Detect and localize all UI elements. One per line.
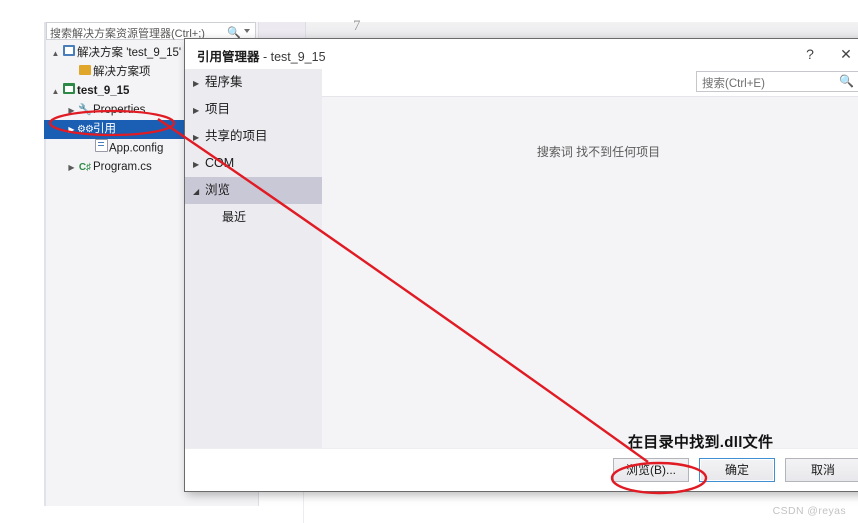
references-icon: ⚙⚙ bbox=[77, 124, 94, 135]
solution-tree-label: test_9_15 bbox=[77, 85, 130, 97]
empty-results-message: 搜索词 找不到任何项目 bbox=[536, 145, 661, 159]
chevron-down-icon[interactable]: ◢ bbox=[193, 178, 205, 205]
dialog-search-placeholder: 搜索(Ctrl+E) bbox=[702, 78, 765, 90]
expander-icon[interactable]: ▶ bbox=[66, 158, 77, 177]
solution-tree-label: App.config bbox=[109, 142, 164, 155]
dialog-title: 引用管理器 - test_9_15 bbox=[197, 46, 326, 65]
dialog-nav-item-2[interactable]: ▶ 项目 bbox=[185, 96, 322, 123]
question-mark-icon[interactable]: ? bbox=[797, 43, 823, 65]
watermark: CSDN @reyas bbox=[772, 505, 846, 517]
solution-tree-label: 引用 bbox=[93, 123, 116, 135]
dialog-nav-item-5[interactable]: ◢ 浏览 bbox=[185, 177, 322, 204]
dialog-nav-label: 最近 bbox=[222, 210, 247, 224]
chevron-right-icon[interactable]: ▶ bbox=[193, 124, 205, 151]
dialog-nav-item-4[interactable]: ▶ COM bbox=[185, 150, 322, 177]
expander-icon[interactable]: ▲ bbox=[50, 82, 61, 101]
solution-tree-label: Program.cs bbox=[93, 161, 152, 173]
expander-icon[interactable]: ▲ bbox=[50, 44, 61, 63]
config-icon bbox=[93, 139, 109, 159]
csproj-icon bbox=[61, 82, 77, 101]
dialog-nav-item-3[interactable]: ▶ 共享的项目 bbox=[185, 123, 322, 150]
chevron-right-icon[interactable]: ▶ bbox=[193, 151, 205, 178]
annotation-note: 在目录中找到.dll文件 bbox=[628, 434, 774, 451]
dialog-nav-label: 浏览 bbox=[205, 183, 231, 197]
dialog-nav-item-1[interactable]: ▶ 程序集 bbox=[185, 69, 322, 96]
reference-manager-dialog: 引用管理器 - test_9_15 ? ✕ ▶ 程序集 ▶ 项目 ▶ 共享的项目 ▶ COM ◢… bbox=[184, 38, 858, 492]
expander-icon[interactable]: ▶ bbox=[66, 120, 77, 139]
chevron-down-icon[interactable] bbox=[244, 29, 250, 33]
dialog-title-main: 引用管理器 bbox=[197, 50, 260, 64]
close-icon[interactable]: ✕ bbox=[833, 43, 858, 65]
solution-tree-label: Properties bbox=[93, 104, 146, 116]
browse-button[interactable]: 浏览(B)... bbox=[613, 458, 689, 482]
folder-icon bbox=[77, 63, 93, 82]
csharp-icon: C♯ bbox=[78, 162, 92, 173]
solution-tree-label: 解决方案项 bbox=[93, 66, 151, 78]
dialog-search-input[interactable]: 搜索(Ctrl+E) 🔍 bbox=[696, 71, 858, 92]
dialog-footer: 浏览(B)... 确定 取消 bbox=[185, 448, 858, 491]
solution-icon bbox=[61, 44, 77, 63]
expander-icon[interactable]: ▶ bbox=[66, 101, 77, 120]
search-icon[interactable]: 🔍 bbox=[839, 74, 854, 88]
dialog-results-area: 搜索词 找不到任何项目 bbox=[322, 96, 858, 449]
cancel-button[interactable]: 取消 bbox=[785, 458, 858, 482]
editor-marker-text: 7 bbox=[353, 18, 361, 34]
dialog-title-project: - test_9_15 bbox=[259, 50, 326, 64]
dialog-search-row: 搜索(Ctrl+E) 🔍 bbox=[322, 69, 858, 96]
screenshot-root: 7 搜索解决方案资源管理器(Ctrl+;) 🔍 ▲ 解决方案 'test_9_15… bbox=[0, 0, 858, 523]
chevron-right-icon[interactable]: ▶ bbox=[193, 70, 205, 97]
dialog-nav-label: 程序集 bbox=[205, 75, 243, 89]
wrench-icon: 🔧 bbox=[78, 104, 92, 116]
ok-button[interactable]: 确定 bbox=[699, 458, 775, 482]
dialog-nav-label: COM bbox=[205, 156, 235, 170]
dialog-nav-item-6[interactable]: 最近 bbox=[185, 204, 322, 231]
dialog-body: ▶ 程序集 ▶ 项目 ▶ 共享的项目 ▶ COM ◢ 浏览 最近 搜索(Ctrl+E) 🔍 搜索词 … bbox=[185, 69, 858, 449]
dialog-nav-label: 共享的项目 bbox=[205, 129, 268, 143]
dialog-title-bar: 引用管理器 - test_9_15 ? ✕ bbox=[185, 39, 858, 69]
dialog-nav-label: 项目 bbox=[205, 102, 231, 116]
dialog-nav-list: ▶ 程序集 ▶ 项目 ▶ 共享的项目 ▶ COM ◢ 浏览 最近 bbox=[185, 69, 322, 449]
chevron-right-icon[interactable]: ▶ bbox=[193, 97, 205, 124]
solution-explorer-search-placeholder: 搜索解决方案资源管理器(Ctrl+;) bbox=[50, 28, 205, 40]
